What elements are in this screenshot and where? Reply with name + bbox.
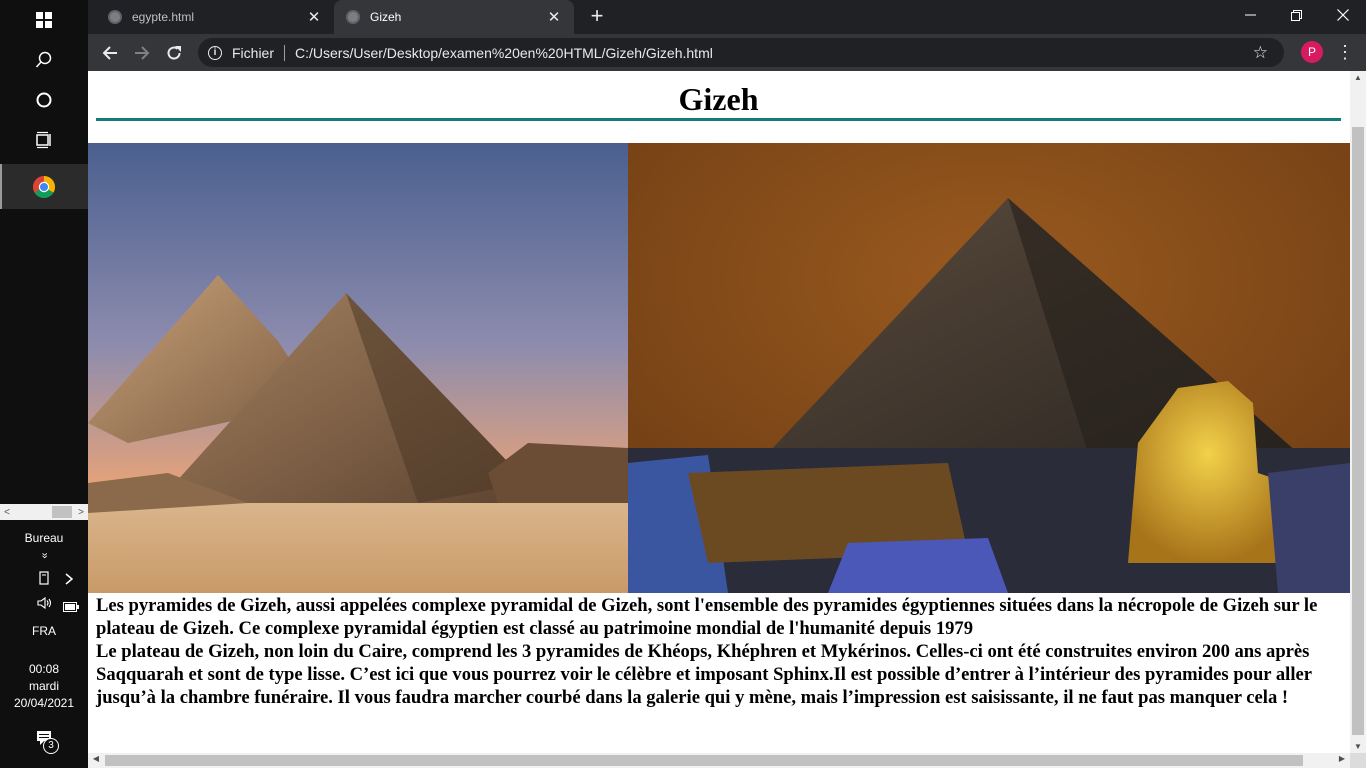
new-tab-button[interactable]: + xyxy=(584,4,610,30)
close-tab-icon[interactable]: ✕ xyxy=(302,8,326,26)
tab-strip: egypte.html ✕ Gizeh ✕ + xyxy=(88,0,1366,34)
vertical-scroll-thumb[interactable] xyxy=(1352,127,1364,735)
article-body: Les pyramides de Gizeh, aussi appelées c… xyxy=(96,594,1344,709)
paragraph-plateau: Le plateau de Gizeh, non loin du Caire, … xyxy=(96,641,1312,708)
search-icon[interactable] xyxy=(0,40,88,80)
volume-icon[interactable] xyxy=(37,596,53,615)
forward-button[interactable] xyxy=(128,39,156,67)
horizontal-scroll-thumb[interactable] xyxy=(105,755,1303,766)
scrollbar-thumb[interactable] xyxy=(52,506,72,518)
pyramids-day-photo xyxy=(88,143,628,593)
site-info-icon[interactable]: i xyxy=(208,45,222,60)
page-title: Gizeh xyxy=(678,81,759,117)
taskbar-scrollbar[interactable]: < > xyxy=(0,504,88,520)
reload-button[interactable] xyxy=(160,39,188,67)
chevron-down-icon[interactable]: » xyxy=(36,546,53,566)
browser-toolbar: i Fichier C:/Users/User/Desktop/examen%2… xyxy=(88,34,1366,71)
bookmark-star-icon[interactable]: ☆ xyxy=(1253,43,1268,63)
pyramid-sphinx-night-photo xyxy=(628,143,1350,593)
globe-icon xyxy=(108,10,122,24)
task-view-icon[interactable] xyxy=(0,120,88,160)
vertical-scrollbar[interactable]: ▲ ▼ xyxy=(1350,71,1366,753)
desktop-toolbar-label[interactable]: Bureau xyxy=(0,530,88,547)
minimize-button[interactable] xyxy=(1227,0,1273,30)
more-menu-icon[interactable]: ⋮ xyxy=(1336,39,1354,67)
notification-count-badge: 3 xyxy=(43,738,59,754)
windows-logo-icon[interactable] xyxy=(0,0,88,40)
close-window-button[interactable] xyxy=(1320,0,1366,30)
title-divider xyxy=(96,118,1341,121)
hero-images xyxy=(88,143,1350,593)
clock-time[interactable]: 00:08 xyxy=(0,661,88,678)
active-app-indicator xyxy=(0,164,2,209)
windows-taskbar: < > Bureau » FRA 00:08 mardi 20/04/2021 … xyxy=(0,0,88,768)
tab-egypte[interactable]: egypte.html ✕ xyxy=(96,0,334,34)
back-button[interactable] xyxy=(96,39,124,67)
scroll-right-icon[interactable]: > xyxy=(74,507,88,518)
address-bar[interactable]: i Fichier C:/Users/User/Desktop/examen%2… xyxy=(198,38,1284,67)
close-tab-icon[interactable]: ✕ xyxy=(542,8,566,26)
browser-window: egypte.html ✕ Gizeh ✕ + i Fichier C:/Use… xyxy=(88,0,1366,768)
profile-avatar[interactable]: P xyxy=(1301,41,1323,63)
chrome-taskbar-button[interactable] xyxy=(0,164,88,209)
paragraph-intro: Les pyramides de Gizeh, aussi appelées c… xyxy=(96,595,1318,639)
cortana-circle-icon[interactable] xyxy=(0,80,88,120)
scroll-up-icon[interactable]: ▲ xyxy=(1350,73,1366,82)
device-icon[interactable] xyxy=(38,570,50,591)
globe-icon xyxy=(346,10,360,24)
language-indicator[interactable]: FRA xyxy=(0,623,88,640)
chevron-right-icon[interactable] xyxy=(64,572,74,590)
scroll-right-icon[interactable]: ▶ xyxy=(1334,754,1350,763)
address-divider xyxy=(284,44,286,61)
battery-icon[interactable] xyxy=(63,599,79,617)
clock-date[interactable]: 20/04/2021 xyxy=(0,695,88,712)
tab-gizeh[interactable]: Gizeh ✕ xyxy=(334,0,574,34)
clock-day[interactable]: mardi xyxy=(0,678,88,695)
tab-title: Gizeh xyxy=(370,10,402,24)
horizontal-scrollbar[interactable]: ◀ ▶ xyxy=(88,753,1350,768)
scroll-left-icon[interactable]: < xyxy=(0,507,14,518)
scroll-down-icon[interactable]: ▼ xyxy=(1350,742,1366,751)
restore-button[interactable] xyxy=(1273,0,1319,30)
scheme-label: Fichier xyxy=(232,44,275,61)
page-viewport: Gizeh Les pyramides de Gizeh, aussi appe… xyxy=(88,71,1366,768)
scrollbar-corner xyxy=(1350,753,1366,768)
scroll-left-icon[interactable]: ◀ xyxy=(88,754,104,763)
url-text[interactable]: C:/Users/User/Desktop/examen%20en%20HTML… xyxy=(295,45,713,61)
chrome-icon xyxy=(33,175,55,198)
tab-title: egypte.html xyxy=(132,10,195,24)
